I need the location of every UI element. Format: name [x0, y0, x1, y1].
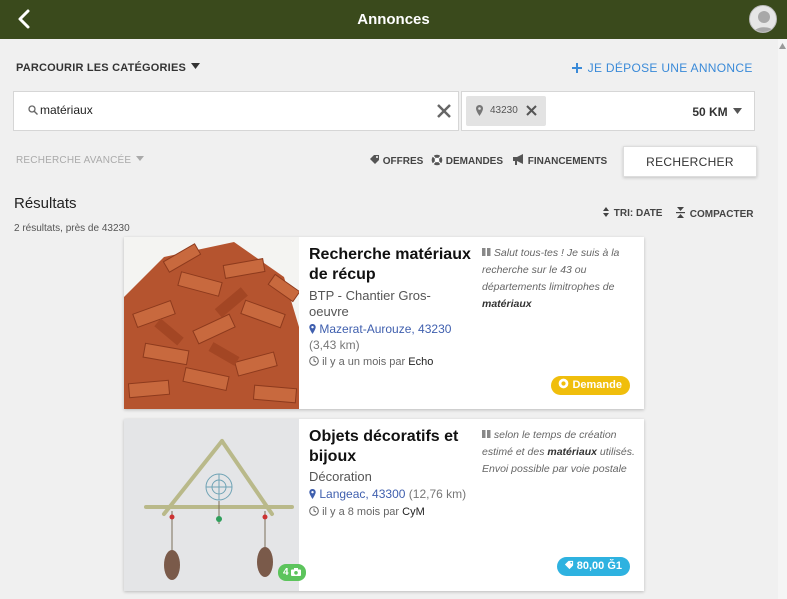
listing-category: BTP - Chantier Gros-oeuvre [309, 288, 431, 319]
listing-description: Salut tous-tes ! Je suis à la recherche … [482, 245, 639, 313]
caret-down-icon [733, 108, 742, 114]
photo-count-badge[interactable]: 4 [278, 564, 307, 581]
advanced-search-toggle[interactable]: RECHERCHE AVANCÉE [16, 155, 145, 166]
price-badge-label: 80,00 Ğ1 [576, 560, 622, 572]
listing-description-highlight: matériaux [482, 298, 532, 310]
listing-title: Objets décoratifs et bijoux [309, 428, 459, 465]
listing-distance: (3,43 km) [309, 338, 360, 352]
results-count: 2 résultats, près de 43230 [14, 223, 130, 234]
listing-distance: (12,76 km) [408, 487, 467, 501]
demande-badge: Demande [551, 376, 630, 395]
user-icon [753, 11, 775, 32]
scrollbar[interactable] [778, 39, 787, 599]
top-app-bar: Annonces [0, 0, 787, 39]
listing-location-text: Langeac, 43300 [319, 487, 406, 501]
depose-label: JE DÉPOSE UNE ANNONCE [587, 61, 753, 75]
caret-down-icon [191, 63, 201, 69]
camera-icon [291, 568, 302, 576]
filter-financements-label: FINANCEMENTS [527, 156, 608, 167]
quote-icon [482, 430, 491, 438]
remove-location-icon[interactable] [526, 105, 537, 116]
listing-title: Recherche matériaux de récup [309, 246, 471, 283]
map-pin-icon [309, 324, 316, 334]
demande-badge-label: Demande [572, 379, 622, 391]
listing-author[interactable]: Echo [408, 356, 433, 368]
lifebuoy-icon [431, 154, 443, 166]
filter-demandes[interactable]: DEMANDES [431, 154, 503, 167]
listing-time-text: il y a 8 mois par [322, 506, 400, 518]
depose-annonce-link[interactable]: JE DÉPOSE UNE ANNONCE [572, 61, 753, 75]
location-box[interactable]: 43230 50 KM [461, 91, 755, 131]
listing-location-text: Mazerat-Aurouze, 43230 [319, 322, 452, 336]
price-badge: 80,00 Ğ1 [556, 557, 630, 576]
lifebuoy-icon [559, 378, 569, 389]
megaphone-icon [513, 154, 523, 165]
search-icon [28, 105, 38, 115]
listing-card[interactable]: 4 Objets décoratifs et bijoux Décoration… [124, 419, 644, 591]
plus-icon [572, 63, 582, 73]
advanced-search-label: RECHERCHE AVANCÉE [16, 155, 132, 166]
filter-offres-label: OFFRES [382, 156, 424, 167]
compact-label: COMPACTER [689, 209, 754, 220]
scroll-up-icon[interactable] [779, 43, 786, 49]
listing-description: selon le temps de création estimé et des… [482, 427, 639, 478]
listing-photo [124, 419, 299, 591]
search-input[interactable] [40, 103, 420, 117]
quote-icon [482, 248, 491, 256]
search-button[interactable]: RECHERCHER [623, 146, 757, 177]
photo-count: 4 [283, 567, 289, 578]
listing-location[interactable]: Mazerat-Aurouze, 43230 [309, 322, 451, 336]
results-title: Résultats [14, 195, 77, 212]
compress-icon [676, 207, 685, 218]
categories-dropdown[interactable]: PARCOURIR LES CATÉGORIES [16, 62, 201, 74]
location-chip-label: 43230 [490, 105, 518, 116]
page-title: Annonces [357, 11, 430, 28]
clock-icon [309, 356, 319, 366]
tag-icon [564, 560, 573, 570]
sort-icon [603, 207, 609, 217]
location-chip[interactable]: 43230 [466, 96, 546, 126]
sort-label: TRI: DATE [613, 208, 663, 219]
map-pin-icon [476, 105, 483, 116]
filter-financements[interactable]: FINANCEMENTS [512, 154, 607, 167]
compact-toggle[interactable]: COMPACTER [676, 207, 753, 220]
avatar[interactable] [749, 5, 777, 33]
tag-icon [370, 155, 379, 164]
clear-search-icon[interactable] [436, 103, 452, 119]
listing-time: il y a un mois par Echo [309, 356, 433, 368]
listing-author[interactable]: CyM [402, 506, 425, 518]
radius-value: 50 KM [692, 105, 728, 119]
listing-card[interactable]: Recherche matériaux de récup BTP - Chant… [124, 237, 644, 409]
listing-time-text: il y a un mois par [322, 356, 406, 368]
listing-description-highlight: matériaux [547, 446, 597, 458]
listing-description-text: Salut tous-tes ! Je suis à la recherche … [482, 247, 620, 293]
listing-location[interactable]: Langeac, 43300 (12,76 km) [309, 487, 466, 501]
sort-toggle[interactable]: TRI: DATE [603, 207, 662, 219]
filter-demandes-label: DEMANDES [445, 156, 504, 167]
listing-photo [124, 237, 299, 409]
clock-icon [309, 506, 319, 516]
search-box [13, 91, 459, 131]
categories-label: PARCOURIR LES CATÉGORIES [16, 62, 187, 74]
listing-time: il y a 8 mois par CyM [309, 506, 425, 518]
filter-offres[interactable]: OFFRES [369, 154, 423, 167]
map-pin-icon [309, 489, 316, 499]
listing-category: Décoration [309, 469, 372, 484]
caret-down-icon [136, 156, 145, 161]
radius-dropdown[interactable]: 50 KM [692, 105, 742, 119]
